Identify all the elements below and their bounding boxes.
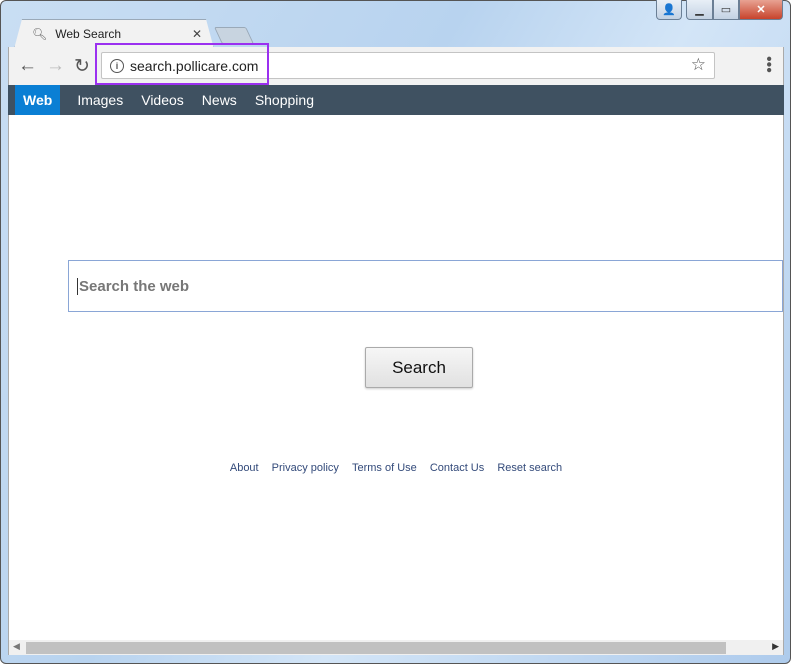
minimize-button[interactable]: ▁ (686, 0, 713, 20)
close-tab-icon[interactable]: ✕ (192, 27, 202, 41)
footer-links: About Privacy policy Terms of Use Contac… (9, 462, 783, 474)
search-placeholder: Search the web (79, 277, 190, 295)
search-category-nav: Web Images Videos News Shopping (8, 85, 784, 115)
scroll-left-icon[interactable]: ◀ (13, 641, 20, 652)
horizontal-scrollbar[interactable]: ◀ ▶ (8, 640, 784, 655)
footer-reset[interactable]: Reset search (497, 462, 562, 474)
tab-title: Web Search (55, 26, 122, 41)
nav-videos[interactable]: Videos (141, 85, 184, 115)
user-icon: 👤 (662, 4, 676, 16)
scrollbar-thumb[interactable] (26, 642, 726, 654)
menu-icon[interactable]: ••• (760, 56, 777, 73)
page-content: Search the web Search About Privacy poli… (8, 115, 784, 640)
back-icon[interactable]: ← (18, 55, 37, 77)
nav-news[interactable]: News (202, 85, 237, 115)
forward-icon[interactable]: → (46, 55, 65, 77)
url-highlight-box (95, 43, 269, 85)
search-button[interactable]: Search (365, 347, 473, 388)
nav-images[interactable]: Images (77, 85, 123, 115)
footer-about[interactable]: About (230, 462, 259, 474)
nav-web[interactable]: Web (15, 85, 61, 115)
nav-shopping[interactable]: Shopping (255, 85, 314, 115)
user-profile-button[interactable]: 👤 (656, 0, 682, 20)
footer-terms[interactable]: Terms of Use (352, 462, 417, 474)
scroll-right-icon[interactable]: ▶ (772, 641, 779, 652)
maximize-button[interactable]: ▭ (713, 0, 739, 20)
reload-icon[interactable]: ↻ (74, 55, 90, 78)
window-controls: 👤 ▁ ▭ ✕ (656, 0, 783, 20)
bookmark-star-icon[interactable]: ☆ (691, 55, 706, 75)
footer-privacy[interactable]: Privacy policy (272, 462, 339, 474)
search-input[interactable]: Search the web (68, 260, 783, 312)
search-icon: 🔍︎ (32, 26, 48, 41)
close-window-button[interactable]: ✕ (739, 0, 783, 20)
footer-contact[interactable]: Contact Us (430, 462, 484, 474)
text-caret (77, 277, 78, 295)
